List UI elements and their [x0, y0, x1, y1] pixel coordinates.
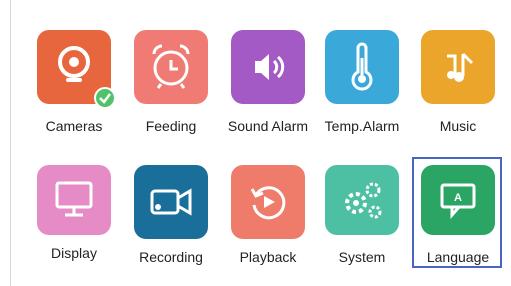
temp-alarm-label: Temp.Alarm [324, 118, 400, 134]
cameras-label: Cameras [45, 118, 103, 134]
language-label: Language [426, 249, 490, 265]
temp-alarm-tile[interactable] [325, 30, 399, 104]
gears-icon [345, 182, 382, 219]
playback-label: Playback [239, 249, 297, 265]
language-tile[interactable]: A [421, 165, 495, 235]
speaker-icon [255, 54, 285, 80]
music-tile[interactable] [421, 30, 495, 104]
svg-text:A: A [454, 192, 462, 204]
sound-alarm-tile[interactable] [231, 30, 305, 104]
playback-tile[interactable] [231, 165, 305, 239]
system-label: System [338, 249, 386, 265]
display-label: Display [51, 245, 97, 261]
alarm-clock-icon [152, 44, 190, 89]
feeding-tile[interactable] [134, 30, 208, 104]
recording-tile[interactable] [134, 165, 208, 239]
settings-menu-screen: Cameras Feeding Sound Alarm Temp.Alarm M… [0, 0, 511, 286]
music-note-icon [447, 52, 474, 82]
music-label: Music [439, 118, 477, 134]
feeding-label: Feeding [145, 118, 197, 134]
replay-icon [250, 186, 286, 220]
left-border [10, 0, 11, 286]
thermometer-icon [351, 42, 373, 91]
recording-label: Recording [139, 249, 203, 265]
video-camera-icon [150, 188, 192, 216]
monitor-icon [55, 181, 93, 217]
system-tile[interactable] [325, 165, 399, 235]
checkmark-icon [94, 87, 116, 109]
sound-alarm-label: Sound Alarm [227, 118, 309, 134]
language-icon: A [440, 183, 476, 219]
display-tile[interactable] [37, 165, 111, 235]
